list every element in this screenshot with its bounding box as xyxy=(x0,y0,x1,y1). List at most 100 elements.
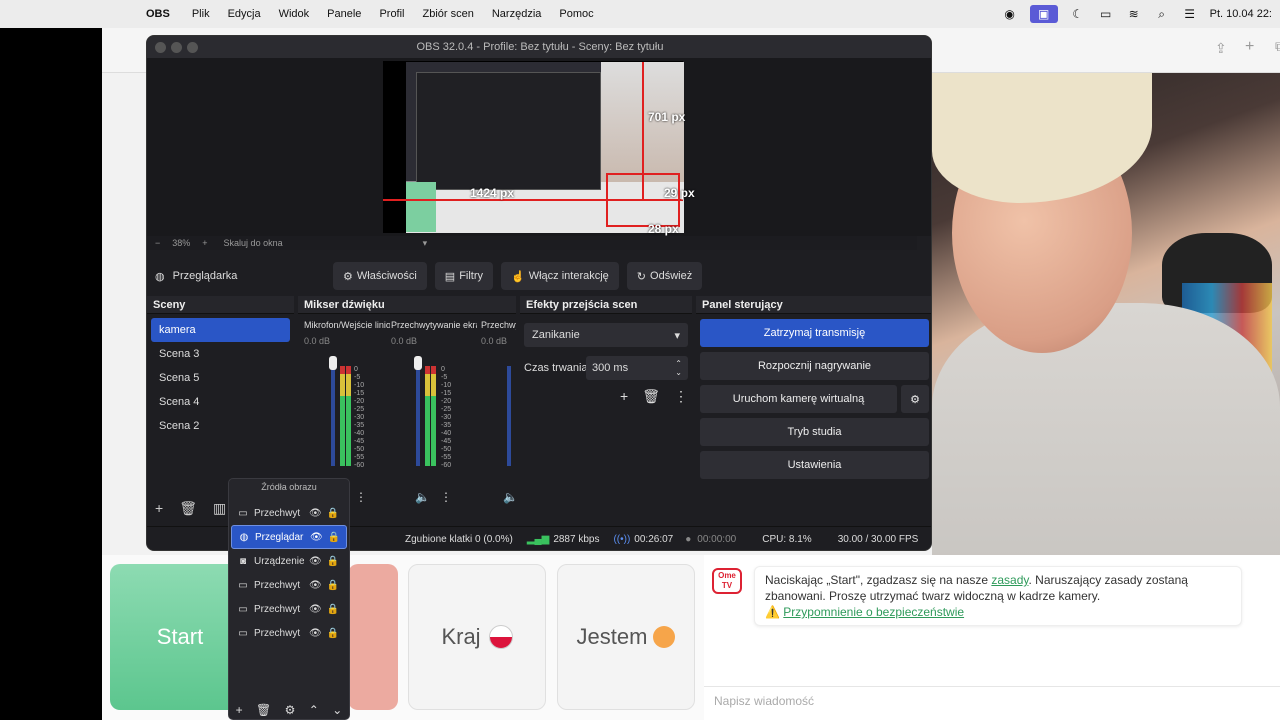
scene-item-kamera[interactable]: kamera xyxy=(151,318,290,342)
virtual-camera-button[interactable]: Uruchom kamerę wirtualną xyxy=(700,385,897,413)
focus-moon-icon[interactable]: ☾ xyxy=(1070,7,1086,21)
volume-slider[interactable] xyxy=(507,366,511,466)
zoom-in-button[interactable]: + xyxy=(202,238,207,248)
sources-dock: Źródła obrazu ▭ Przechwyt 👁 🔒 ◍ Przegląda… xyxy=(228,478,350,720)
mixer-channel-capture: Przechwytywanie 0.0 dB 🔈 xyxy=(481,320,516,510)
volume-knob[interactable] xyxy=(414,356,422,370)
safety-link[interactable]: Przypomnienie o bezpieczeństwie xyxy=(783,605,964,619)
source-item[interactable]: ▭ Przechwyt 👁 🔒 xyxy=(231,597,347,621)
menu-profil[interactable]: Profil xyxy=(370,8,413,20)
mixer-channel-name: Przechwytywanie ekranu xyxy=(391,320,477,330)
source-item-label: Przechwyt xyxy=(254,507,301,519)
source-item[interactable]: ▭ Przechwyt 👁 🔒 xyxy=(231,501,347,525)
source-item[interactable]: ◙ Urządzenie 👁 🔒 xyxy=(231,549,347,573)
trash-icon[interactable]: 🗑 xyxy=(642,388,660,405)
gender-button[interactable]: Jestem xyxy=(557,564,695,710)
search-icon[interactable]: ⌕ xyxy=(1154,7,1170,21)
interact-button[interactable]: ☝ Włącz interakcję xyxy=(501,262,619,290)
obs-tray-icon[interactable]: ◉ xyxy=(1002,7,1018,21)
lock-icon[interactable]: 🔒 xyxy=(328,532,340,543)
filters-button[interactable]: ▤ Filtry xyxy=(434,262,494,290)
stop-stream-button[interactable]: Zatrzymaj transmisję xyxy=(700,319,929,347)
stepper-arrows-icon[interactable]: ⌃ ⌄ xyxy=(675,359,682,377)
eye-icon[interactable]: 👁 xyxy=(310,532,323,543)
left-black-strip xyxy=(0,0,102,720)
more-options-icon[interactable]: ⋮ xyxy=(355,490,367,504)
trash-icon[interactable]: 🗑 xyxy=(256,703,271,717)
menu-pomoc[interactable]: Pomoc xyxy=(550,8,602,20)
move-down-icon[interactable]: ⌄ xyxy=(332,703,342,717)
refresh-button[interactable]: ↻ Odśwież xyxy=(626,262,703,290)
eye-icon[interactable]: 👁 xyxy=(309,580,322,591)
menu-panele[interactable]: Panele xyxy=(318,8,370,20)
menu-plik[interactable]: Plik xyxy=(183,8,219,20)
volume-slider[interactable] xyxy=(331,366,335,466)
add-scene-icon[interactable]: + xyxy=(155,500,163,516)
close-window-button[interactable] xyxy=(155,42,166,53)
scene-item-scena-4[interactable]: Scena 4 xyxy=(151,390,290,414)
new-tab-icon[interactable]: + xyxy=(1245,38,1254,56)
minimize-window-button[interactable] xyxy=(171,42,182,53)
speaker-icon[interactable]: 🔈 xyxy=(503,490,516,504)
tabs-overview-icon[interactable]: ⧉ xyxy=(1275,38,1280,55)
lock-icon[interactable]: 🔒 xyxy=(327,604,339,615)
studio-mode-button[interactable]: Tryb studia xyxy=(700,418,929,446)
more-options-icon[interactable]: ⋮ xyxy=(440,490,452,504)
refresh-icon: ↻ xyxy=(636,270,647,283)
eye-icon[interactable]: 👁 xyxy=(309,556,322,567)
lock-icon[interactable]: 🔒 xyxy=(327,508,339,519)
gear-icon[interactable]: ⚙ xyxy=(285,703,296,717)
lock-icon[interactable]: 🔒 xyxy=(327,556,339,567)
scale-select[interactable]: Skaluj do okna xyxy=(224,238,283,248)
speaker-icon[interactable]: 🔈 xyxy=(415,490,430,504)
volume-slider[interactable] xyxy=(416,366,420,466)
maximize-window-button[interactable] xyxy=(187,42,198,53)
menubar-clock[interactable]: Pt. 10.04 22: xyxy=(1210,8,1272,20)
share-icon[interactable]: ⇪ xyxy=(1215,40,1227,57)
move-up-icon[interactable]: ⌃ xyxy=(309,703,319,717)
wifi-icon[interactable]: ≋ xyxy=(1126,7,1142,21)
properties-button[interactable]: ⚙ Właściwości xyxy=(333,262,427,290)
menu-narzedzia[interactable]: Narzędzia xyxy=(483,8,551,20)
start-recording-button[interactable]: Rozpocznij nagrywanie xyxy=(700,352,929,380)
eye-icon[interactable]: 👁 xyxy=(309,604,322,615)
source-item-label: Przechwyt xyxy=(254,579,301,591)
menu-zbior-scen[interactable]: Zbiór scen xyxy=(414,8,483,20)
menu-widok[interactable]: Widok xyxy=(270,8,319,20)
chat-input[interactable]: Napisz wiadomość xyxy=(714,694,814,708)
scene-item-scena-3[interactable]: Scena 3 xyxy=(151,342,290,366)
zoom-out-button[interactable]: − xyxy=(155,238,160,248)
more-options-icon[interactable]: ⋮ xyxy=(674,388,688,405)
add-source-icon[interactable]: + xyxy=(236,703,243,717)
virtual-camera-settings-button[interactable]: ⚙ xyxy=(901,385,929,413)
eye-icon[interactable]: 👁 xyxy=(309,628,322,639)
transition-select[interactable]: Zanikanie ▾ xyxy=(524,323,688,347)
duration-stepper[interactable]: 300 ms ⌃ ⌄ xyxy=(586,356,688,380)
stop-button[interactable] xyxy=(348,564,398,710)
rules-link[interactable]: zasady xyxy=(991,573,1028,587)
trash-icon[interactable]: 🗑 xyxy=(179,500,197,517)
battery-icon[interactable]: ▭ xyxy=(1098,7,1114,21)
chat-system-message: Naciskając „Start", zgadzasz się na nasz… xyxy=(754,566,1242,626)
add-transition-icon[interactable]: + xyxy=(620,388,628,405)
menu-app-name[interactable]: OBS xyxy=(146,8,183,20)
source-item[interactable]: ▭ Przechwyt 👁 🔒 xyxy=(231,621,347,645)
lock-icon[interactable]: 🔒 xyxy=(327,628,339,639)
country-button[interactable]: Kraj xyxy=(408,564,546,710)
selection-box[interactable] xyxy=(606,173,680,227)
scene-item-scena-2[interactable]: Scena 2 xyxy=(151,414,290,438)
scene-item-scena-5[interactable]: Scena 5 xyxy=(151,366,290,390)
lock-icon[interactable]: 🔒 xyxy=(327,580,339,591)
source-item[interactable]: ▭ Przechwyt 👁 🔒 xyxy=(231,573,347,597)
globe-icon: ◍ xyxy=(239,531,249,543)
eye-icon[interactable]: 👁 xyxy=(309,508,322,519)
volume-knob[interactable] xyxy=(329,356,337,370)
screen-share-icon[interactable]: ▣ xyxy=(1029,5,1058,23)
menu-edycja[interactable]: Edycja xyxy=(219,8,270,20)
control-center-icon[interactable]: ☰ xyxy=(1182,7,1198,21)
settings-button[interactable]: Ustawienia xyxy=(700,451,929,479)
selected-source: ◍ Przeglądarka xyxy=(155,270,325,283)
source-item[interactable]: ◍ Przeglądar 👁 🔒 xyxy=(231,525,347,549)
chevron-down-icon[interactable]: ▾ xyxy=(423,238,428,249)
scene-filter-icon[interactable]: ▥ xyxy=(213,500,226,517)
